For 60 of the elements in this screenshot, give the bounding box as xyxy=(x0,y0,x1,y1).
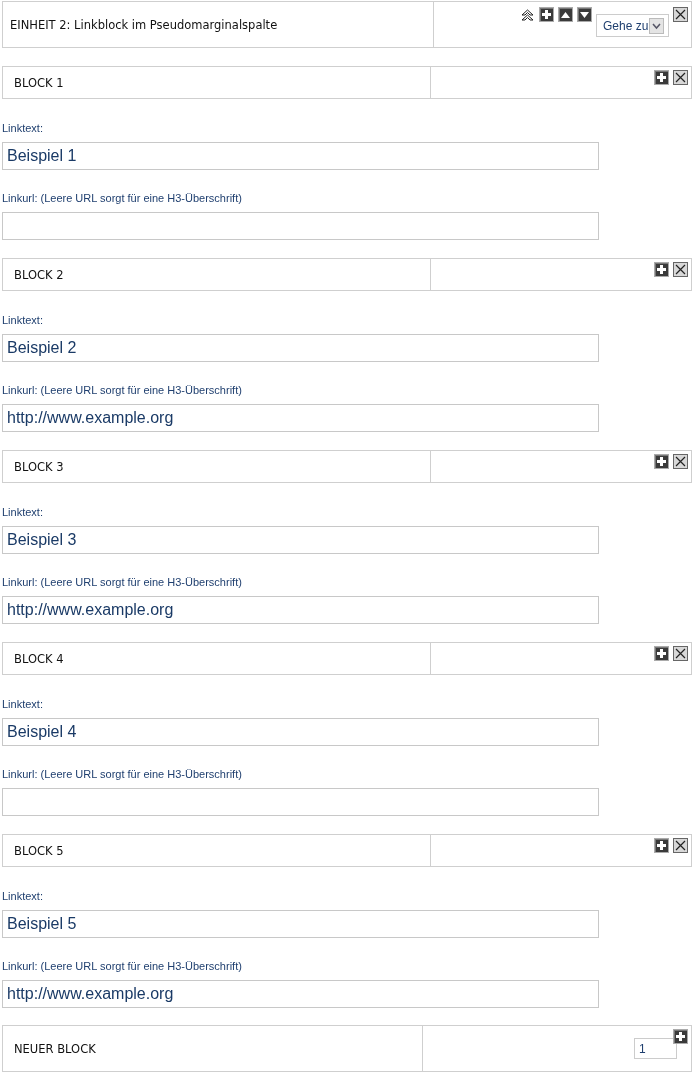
close-button[interactable] xyxy=(673,262,688,277)
add-button[interactable] xyxy=(654,262,669,277)
plus-icon xyxy=(657,73,666,82)
close-button[interactable] xyxy=(673,838,688,853)
input-field[interactable]: Beispiel 5 xyxy=(2,910,599,938)
add-button[interactable] xyxy=(654,454,669,469)
input-field[interactable]: http://www.example.org xyxy=(2,980,599,1008)
move-down-button[interactable] xyxy=(577,7,592,22)
triangle-down-icon xyxy=(580,11,589,18)
field-label: Linkurl: (Leere URL sorgt für eine H3-Überschrift) xyxy=(2,575,243,589)
close-button[interactable] xyxy=(673,7,688,22)
close-button[interactable] xyxy=(673,70,688,85)
close-icon xyxy=(675,9,686,20)
close-icon xyxy=(675,72,686,83)
field-label: Linkurl: (Leere URL sorgt für eine H3-Überschrift) xyxy=(2,191,243,205)
field-label: Linktext: xyxy=(2,889,44,903)
close-button[interactable] xyxy=(673,454,688,469)
triangle-up-icon xyxy=(561,11,570,18)
close-icon xyxy=(675,264,686,275)
input-field[interactable] xyxy=(2,212,599,240)
add-button[interactable] xyxy=(654,70,669,85)
plus-icon xyxy=(657,265,666,274)
plus-icon xyxy=(657,649,666,658)
block-title: BLOCK 3 xyxy=(14,459,64,474)
block-title: BLOCK 5 xyxy=(14,843,64,858)
block-title: BLOCK 2 xyxy=(14,267,64,282)
field-label: Linkurl: (Leere URL sorgt für eine H3-Überschrift) xyxy=(2,767,243,781)
block-title: BLOCK 4 xyxy=(14,651,64,666)
goto-dropdown[interactable]: Gehe zu xyxy=(596,14,669,37)
input-field[interactable]: Beispiel 2 xyxy=(2,334,599,362)
block-title: BLOCK 1 xyxy=(14,75,64,90)
plus-icon xyxy=(676,1032,685,1041)
new-block-title: NEUER BLOCK xyxy=(14,1041,96,1056)
input-field[interactable]: http://www.example.org xyxy=(2,596,599,624)
close-icon xyxy=(675,840,686,851)
caret-icon xyxy=(649,17,665,34)
field-label: Linktext: xyxy=(2,697,44,711)
field-label: Linktext: xyxy=(2,121,44,135)
input-field[interactable]: http://www.example.org xyxy=(2,404,599,432)
close-icon xyxy=(675,648,686,659)
plus-icon xyxy=(657,457,666,466)
input-field[interactable]: Beispiel 3 xyxy=(2,526,599,554)
add-button[interactable] xyxy=(654,646,669,661)
field-label: Linktext: xyxy=(2,313,44,327)
field-label: Linktext: xyxy=(2,505,44,519)
collapse-icon[interactable] xyxy=(521,9,534,21)
input-field[interactable] xyxy=(2,788,599,816)
count-field[interactable]: 1 xyxy=(634,1038,677,1059)
add-button[interactable] xyxy=(654,838,669,853)
field-label: Linkurl: (Leere URL sorgt für eine H3-Überschrift) xyxy=(2,383,243,397)
close-icon xyxy=(675,456,686,467)
plus-icon xyxy=(657,841,666,850)
input-field[interactable]: Beispiel 4 xyxy=(2,718,599,746)
move-up-button[interactable] xyxy=(558,7,573,22)
input-field[interactable]: Beispiel 1 xyxy=(2,142,599,170)
unit-title: EINHEIT 2: Linkblock im Pseudomarginalspalte xyxy=(10,17,278,32)
add-button[interactable] xyxy=(539,7,554,22)
plus-icon xyxy=(542,10,551,19)
field-label: Linkurl: (Leere URL sorgt für eine H3-Überschrift) xyxy=(2,959,243,973)
close-button[interactable] xyxy=(673,646,688,661)
